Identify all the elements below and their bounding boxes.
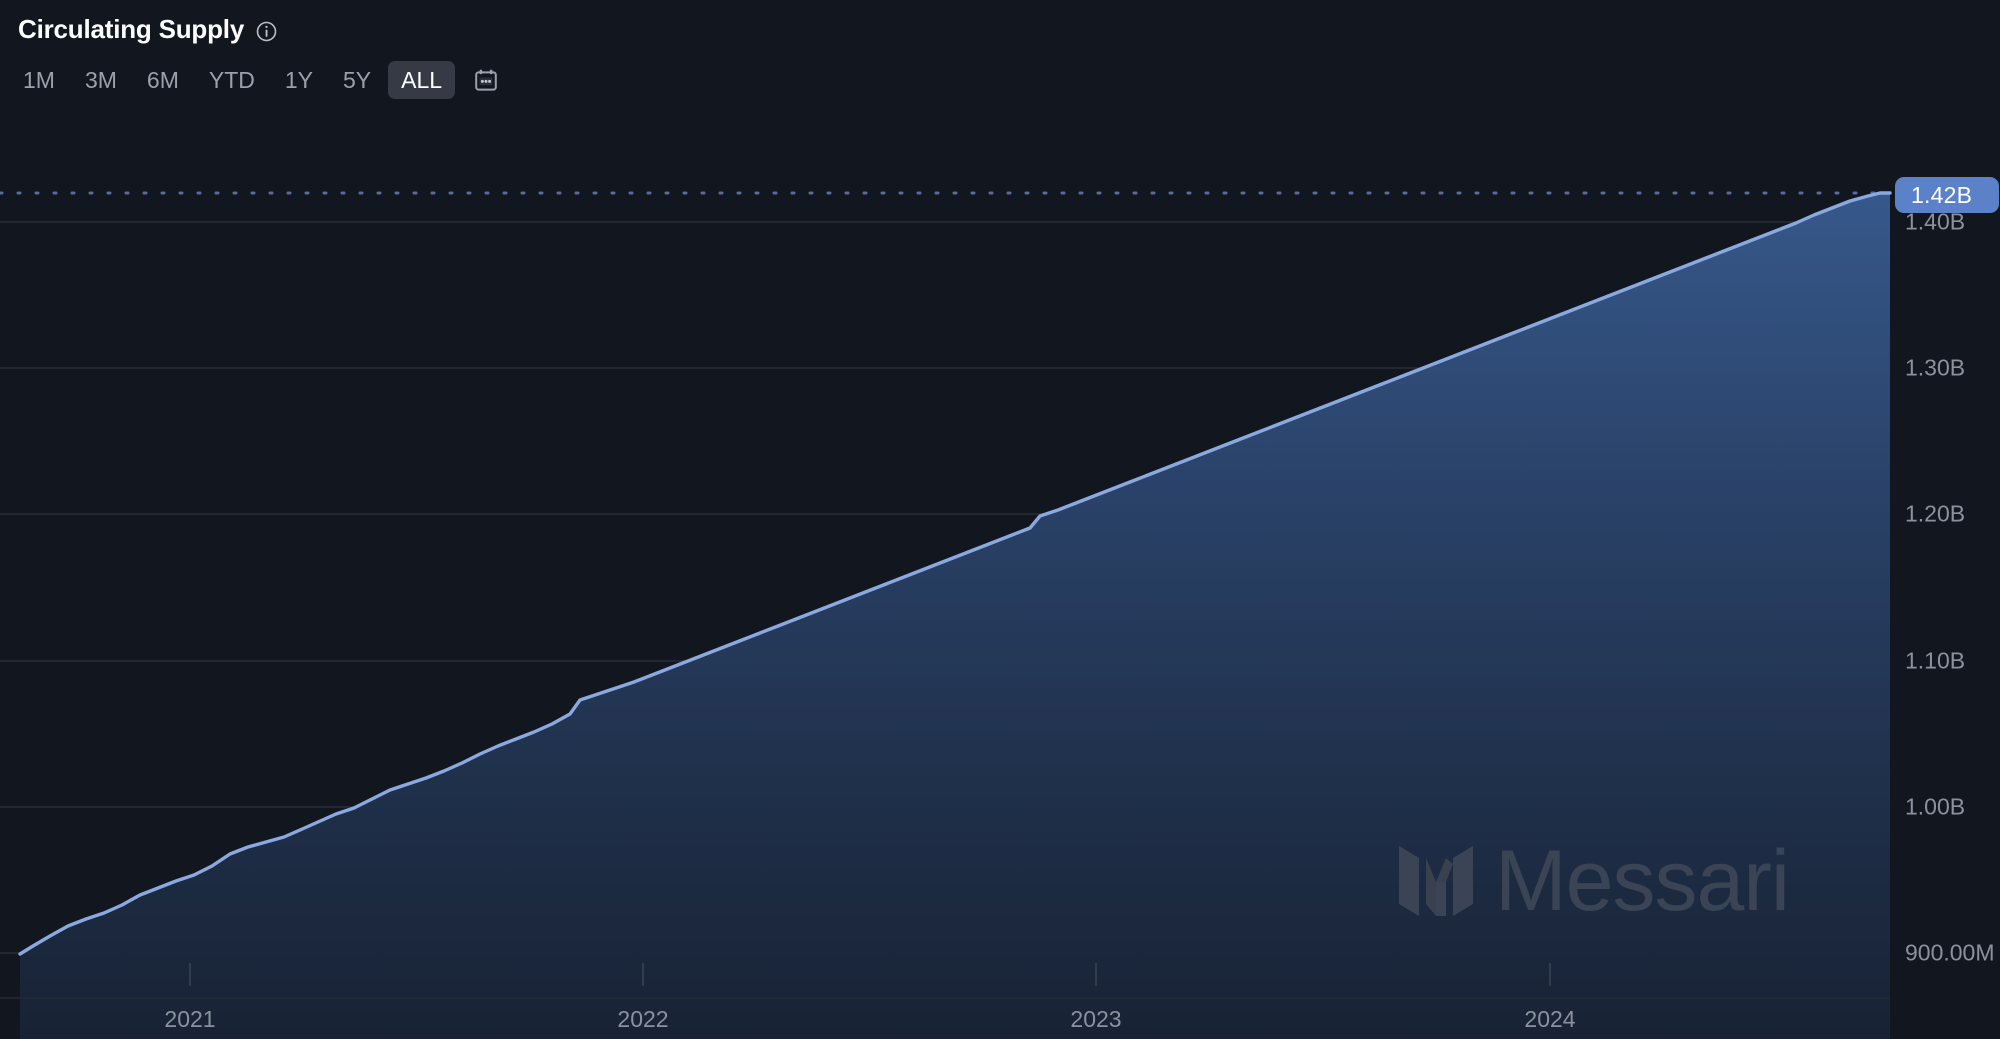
x-axis-label-3: 2023: [1070, 1006, 1122, 1032]
y-axis-label-6: 900.00M: [1905, 939, 1995, 966]
circulating-supply-area-chart: [0, 118, 1892, 1039]
title-row: Circulating Supply: [0, 0, 2000, 45]
range-button-3m[interactable]: 3M: [72, 61, 130, 99]
range-button-1y[interactable]: 1Y: [272, 61, 326, 99]
range-button-1m[interactable]: 1M: [10, 61, 68, 99]
range-selector: 1M 3M 6M YTD 1Y 5Y ALL: [0, 45, 2000, 100]
page-title: Circulating Supply: [18, 14, 245, 44]
range-button-5y[interactable]: 5Y: [330, 61, 384, 99]
y-axis-label-2: 1.30B: [1905, 354, 1966, 381]
y-axis-label-4: 1.10B: [1905, 647, 1966, 674]
chart-container[interactable]: 1.42B 1.40B 1.30B 1.20B 1.10B 1.00B 900.…: [0, 118, 2000, 1039]
panel-header: Circulating Supply 1M 3M 6M YTD 1Y 5Y AL…: [0, 0, 2000, 100]
x-axis-label-2: 2022: [617, 1006, 669, 1032]
x-axis-label-4: 2024: [1524, 1006, 1576, 1032]
info-circle-icon[interactable]: [256, 21, 277, 42]
range-button-6m[interactable]: 6M: [134, 61, 192, 99]
calendar-icon[interactable]: [469, 63, 503, 97]
y-axis-label-3: 1.20B: [1905, 500, 1966, 527]
y-axis-label-5: 1.00B: [1905, 793, 1966, 820]
x-axis-label-1: 2021: [164, 1006, 216, 1032]
range-button-all[interactable]: ALL: [388, 61, 456, 100]
y-axis-label-1: 1.40B: [1905, 208, 1966, 235]
range-button-ytd[interactable]: YTD: [196, 61, 268, 99]
